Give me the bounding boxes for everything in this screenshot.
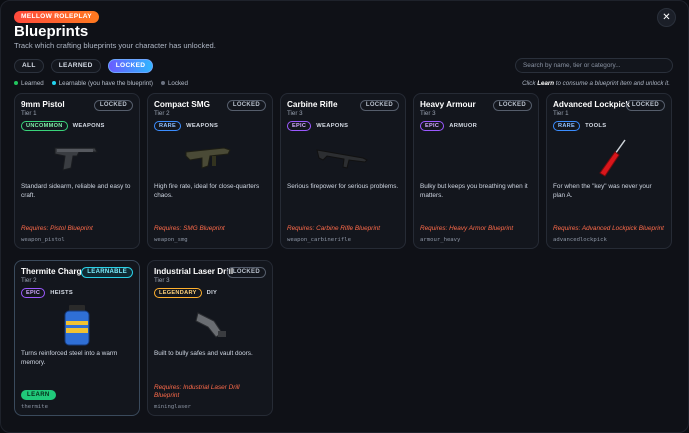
category-label: HEISTS — [50, 290, 74, 296]
armour-icon — [420, 136, 532, 180]
card-requirement: Requires: Advanced Lockpick Blueprint — [553, 225, 664, 232]
search-input[interactable] — [515, 58, 673, 73]
tab-learned[interactable]: LEARNED — [50, 59, 101, 73]
card-requirement: Requires: Industrial Laser Drill Bluepri… — [154, 384, 240, 399]
card-requirement: Requires: Carbine Rifle Blueprint — [287, 225, 381, 232]
card-requirement: Requires: Pistol Blueprint — [21, 225, 93, 232]
pistol-icon — [21, 136, 133, 180]
legend-learnable: Learnable (you have the blueprint) — [51, 80, 153, 87]
card-tier: Tier 2 — [154, 110, 170, 117]
page-title: Blueprints — [14, 23, 89, 40]
rarity-badge: UNCOMMON — [21, 121, 68, 131]
tab-locked[interactable]: LOCKED — [107, 59, 154, 73]
category-label: TOOLS — [585, 123, 607, 129]
status-badge: LOCKED — [226, 100, 266, 111]
status-badge: LOCKED — [93, 100, 133, 111]
card-description: Built to bully safes and vault doors. — [154, 350, 253, 357]
tab-all[interactable]: ALL — [14, 59, 44, 73]
app-badge: MELLOW ROLEPLAY — [14, 11, 99, 23]
card-tier: Tier 1 — [21, 110, 37, 117]
card-item-code: mininglaser — [154, 404, 192, 410]
status-badge: LEARNABLE — [81, 267, 133, 278]
thermite-icon — [21, 303, 133, 347]
card-description: Serious firepower for serious problems. — [287, 183, 399, 190]
card-tier: Tier 3 — [154, 277, 170, 284]
card-description: Standard sidearm, reliable and easy to c… — [21, 183, 131, 199]
category-label: WEAPONS — [72, 123, 105, 129]
legend-learned: Learned — [14, 80, 44, 87]
legend-locked: Locked — [160, 80, 188, 87]
learn-hint: Click Learn to consume a blueprint item … — [522, 80, 670, 87]
card-tier: Tier 2 — [21, 277, 37, 284]
blueprint-card-heavy-armour[interactable]: Heavy Armour Tier 3 LOCKED EPIC ARMUOR Bu… — [413, 93, 539, 249]
blueprint-card-advanced-lockpick[interactable]: Advanced Lockpick Tier 1 LOCKED RARE TOOL… — [546, 93, 672, 249]
category-label: WEAPONS — [316, 123, 349, 129]
rarity-badge: RARE — [154, 121, 182, 131]
card-description: Turns reinforced steel into a warm memor… — [21, 350, 118, 366]
card-tier: Tier 3 — [420, 110, 436, 117]
lockpick-icon — [553, 136, 665, 180]
category-label: WEAPONS — [186, 123, 219, 129]
card-description: High fire rate, ideal for close-quarters… — [154, 183, 260, 199]
rarity-badge: EPIC — [21, 288, 46, 298]
card-item-code: thermite — [21, 404, 48, 410]
card-item-code: weapon_smg — [154, 237, 188, 243]
card-requirement: Requires: SMG Blueprint — [154, 225, 225, 232]
rarity-badge: EPIC — [420, 121, 445, 131]
status-badge: LOCKED — [492, 100, 532, 111]
filter-tabs: ALL LEARNED LOCKED — [14, 59, 154, 73]
category-label: DIY — [206, 290, 218, 296]
card-tier: Tier 1 — [553, 110, 569, 117]
card-item-code: armour_heavy — [420, 237, 461, 243]
smg-icon — [154, 136, 266, 180]
learn-button[interactable]: LEARN — [21, 390, 56, 400]
card-item-code: advancedlockpick — [553, 237, 607, 243]
blueprint-card-thermite-charge[interactable]: Thermite Charge Tier 2 LEARNABLE EPIC HEI… — [14, 260, 140, 416]
card-description: Bulky but keeps you breathing when it ma… — [420, 183, 528, 199]
status-badge: LOCKED — [226, 267, 266, 278]
rarity-badge: LEGENDARY — [154, 288, 202, 298]
blueprints-panel: MELLOW ROLEPLAY Blueprints Track which c… — [0, 0, 689, 433]
status-badge: LOCKED — [359, 100, 399, 111]
card-item-code: weapon_carbinerifle — [287, 237, 351, 243]
blueprint-card-compact-smg[interactable]: Compact SMG Tier 2 LOCKED RARE WEAPONS Hi… — [147, 93, 273, 249]
status-badge: LOCKED — [625, 100, 665, 111]
status-legend: Learned Learnable (you have the blueprin… — [14, 80, 188, 87]
card-item-code: weapon_pistol — [21, 237, 65, 243]
rarity-badge: EPIC — [287, 121, 312, 131]
page-subtitle: Track which crafting blueprints your cha… — [14, 41, 216, 50]
card-tier: Tier 3 — [287, 110, 303, 117]
blueprint-card-9mm-pistol[interactable]: 9mm Pistol Tier 1 LOCKED UNCOMMON WEAPONS… — [14, 93, 140, 249]
rarity-badge: RARE — [553, 121, 581, 131]
blueprint-card-industrial-laser-drill[interactable]: Industrial Laser Drill Tier 3 LOCKED LEG… — [147, 260, 273, 416]
drill-icon — [154, 303, 266, 347]
category-label: ARMUOR — [449, 123, 478, 129]
card-requirement: Requires: Heavy Armor Blueprint — [420, 225, 514, 232]
close-icon[interactable]: ✕ — [657, 8, 676, 27]
rifle-icon — [287, 136, 399, 180]
card-description: For when the "key" was never your plan A… — [553, 183, 652, 199]
blueprint-card-carbine-rifle[interactable]: Carbine Rifle Tier 3 LOCKED EPIC WEAPONS … — [280, 93, 406, 249]
